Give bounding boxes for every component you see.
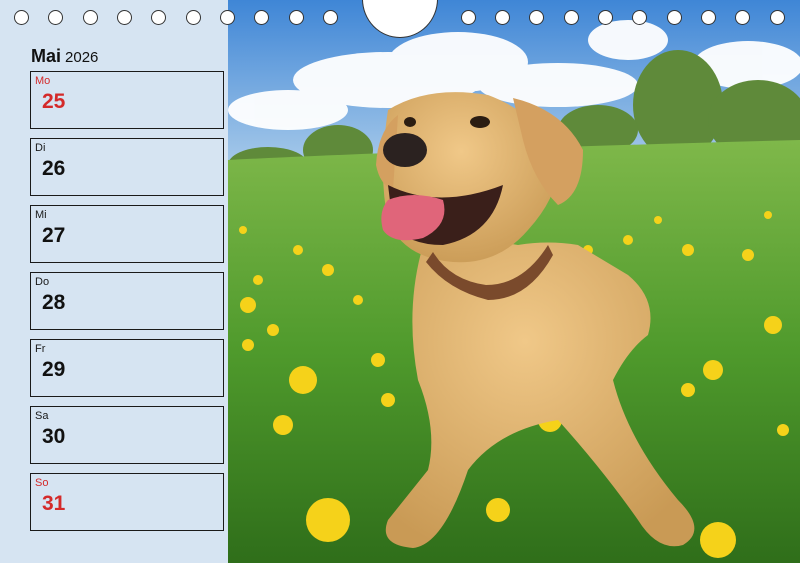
- day-number: 28: [42, 291, 66, 314]
- day-box-friday: Fr 29: [30, 339, 224, 397]
- calendar-sidebar: Mai 2026 Mo 25 Di 26 Mi 27 Do 28 Fr 29 Sa…: [0, 0, 228, 563]
- binding-ring: [48, 10, 63, 25]
- binding-ring: [83, 10, 98, 25]
- binding-ring: [117, 10, 132, 25]
- day-box-monday: Mo 25: [30, 71, 224, 129]
- calendar-page: Mai 2026 Mo 25 Di 26 Mi 27 Do 28 Fr 29 Sa…: [0, 0, 800, 563]
- weekday-label: Mi: [35, 209, 47, 221]
- binding-ring: [667, 10, 682, 25]
- binding-ring: [495, 10, 510, 25]
- weekday-label: Di: [35, 142, 46, 154]
- binding-ring: [564, 10, 579, 25]
- day-number: 31: [42, 492, 66, 515]
- weekday-label: Mo: [35, 75, 51, 87]
- binding-ring: [151, 10, 166, 25]
- binding-ring: [323, 10, 338, 25]
- dog-photo: [228, 0, 800, 563]
- binding-ring: [632, 10, 647, 25]
- day-number: 27: [42, 224, 66, 247]
- day-box-thursday: Do 28: [30, 272, 224, 330]
- day-number: 26: [42, 157, 66, 180]
- day-box-sunday: So 31: [30, 473, 224, 531]
- day-box-saturday: Sa 30: [30, 406, 224, 464]
- month-heading: Mai 2026: [31, 46, 98, 67]
- binding-ring: [735, 10, 750, 25]
- binding-ring: [770, 10, 785, 25]
- dog-in-meadow-illustration: [228, 0, 800, 563]
- weekday-label: Sa: [35, 410, 49, 422]
- weekday-label: So: [35, 477, 49, 489]
- day-number: 29: [42, 358, 66, 381]
- day-box-tuesday: Di 26: [30, 138, 224, 196]
- month-name: Mai: [31, 46, 62, 66]
- binding-ring: [529, 10, 544, 25]
- day-number: 30: [42, 425, 66, 448]
- day-box-wednesday: Mi 27: [30, 205, 224, 263]
- binding-ring: [14, 10, 29, 25]
- day-number: 25: [42, 90, 66, 113]
- weekday-label: Fr: [35, 343, 46, 355]
- binding-ring: [186, 10, 201, 25]
- binding-ring: [598, 10, 613, 25]
- binding-ring: [289, 10, 304, 25]
- binding-ring: [461, 10, 476, 25]
- weekday-label: Do: [35, 276, 50, 288]
- binding-ring: [220, 10, 235, 25]
- binding-ring: [254, 10, 269, 25]
- binding-ring: [701, 10, 716, 25]
- year-label: 2026: [65, 49, 99, 66]
